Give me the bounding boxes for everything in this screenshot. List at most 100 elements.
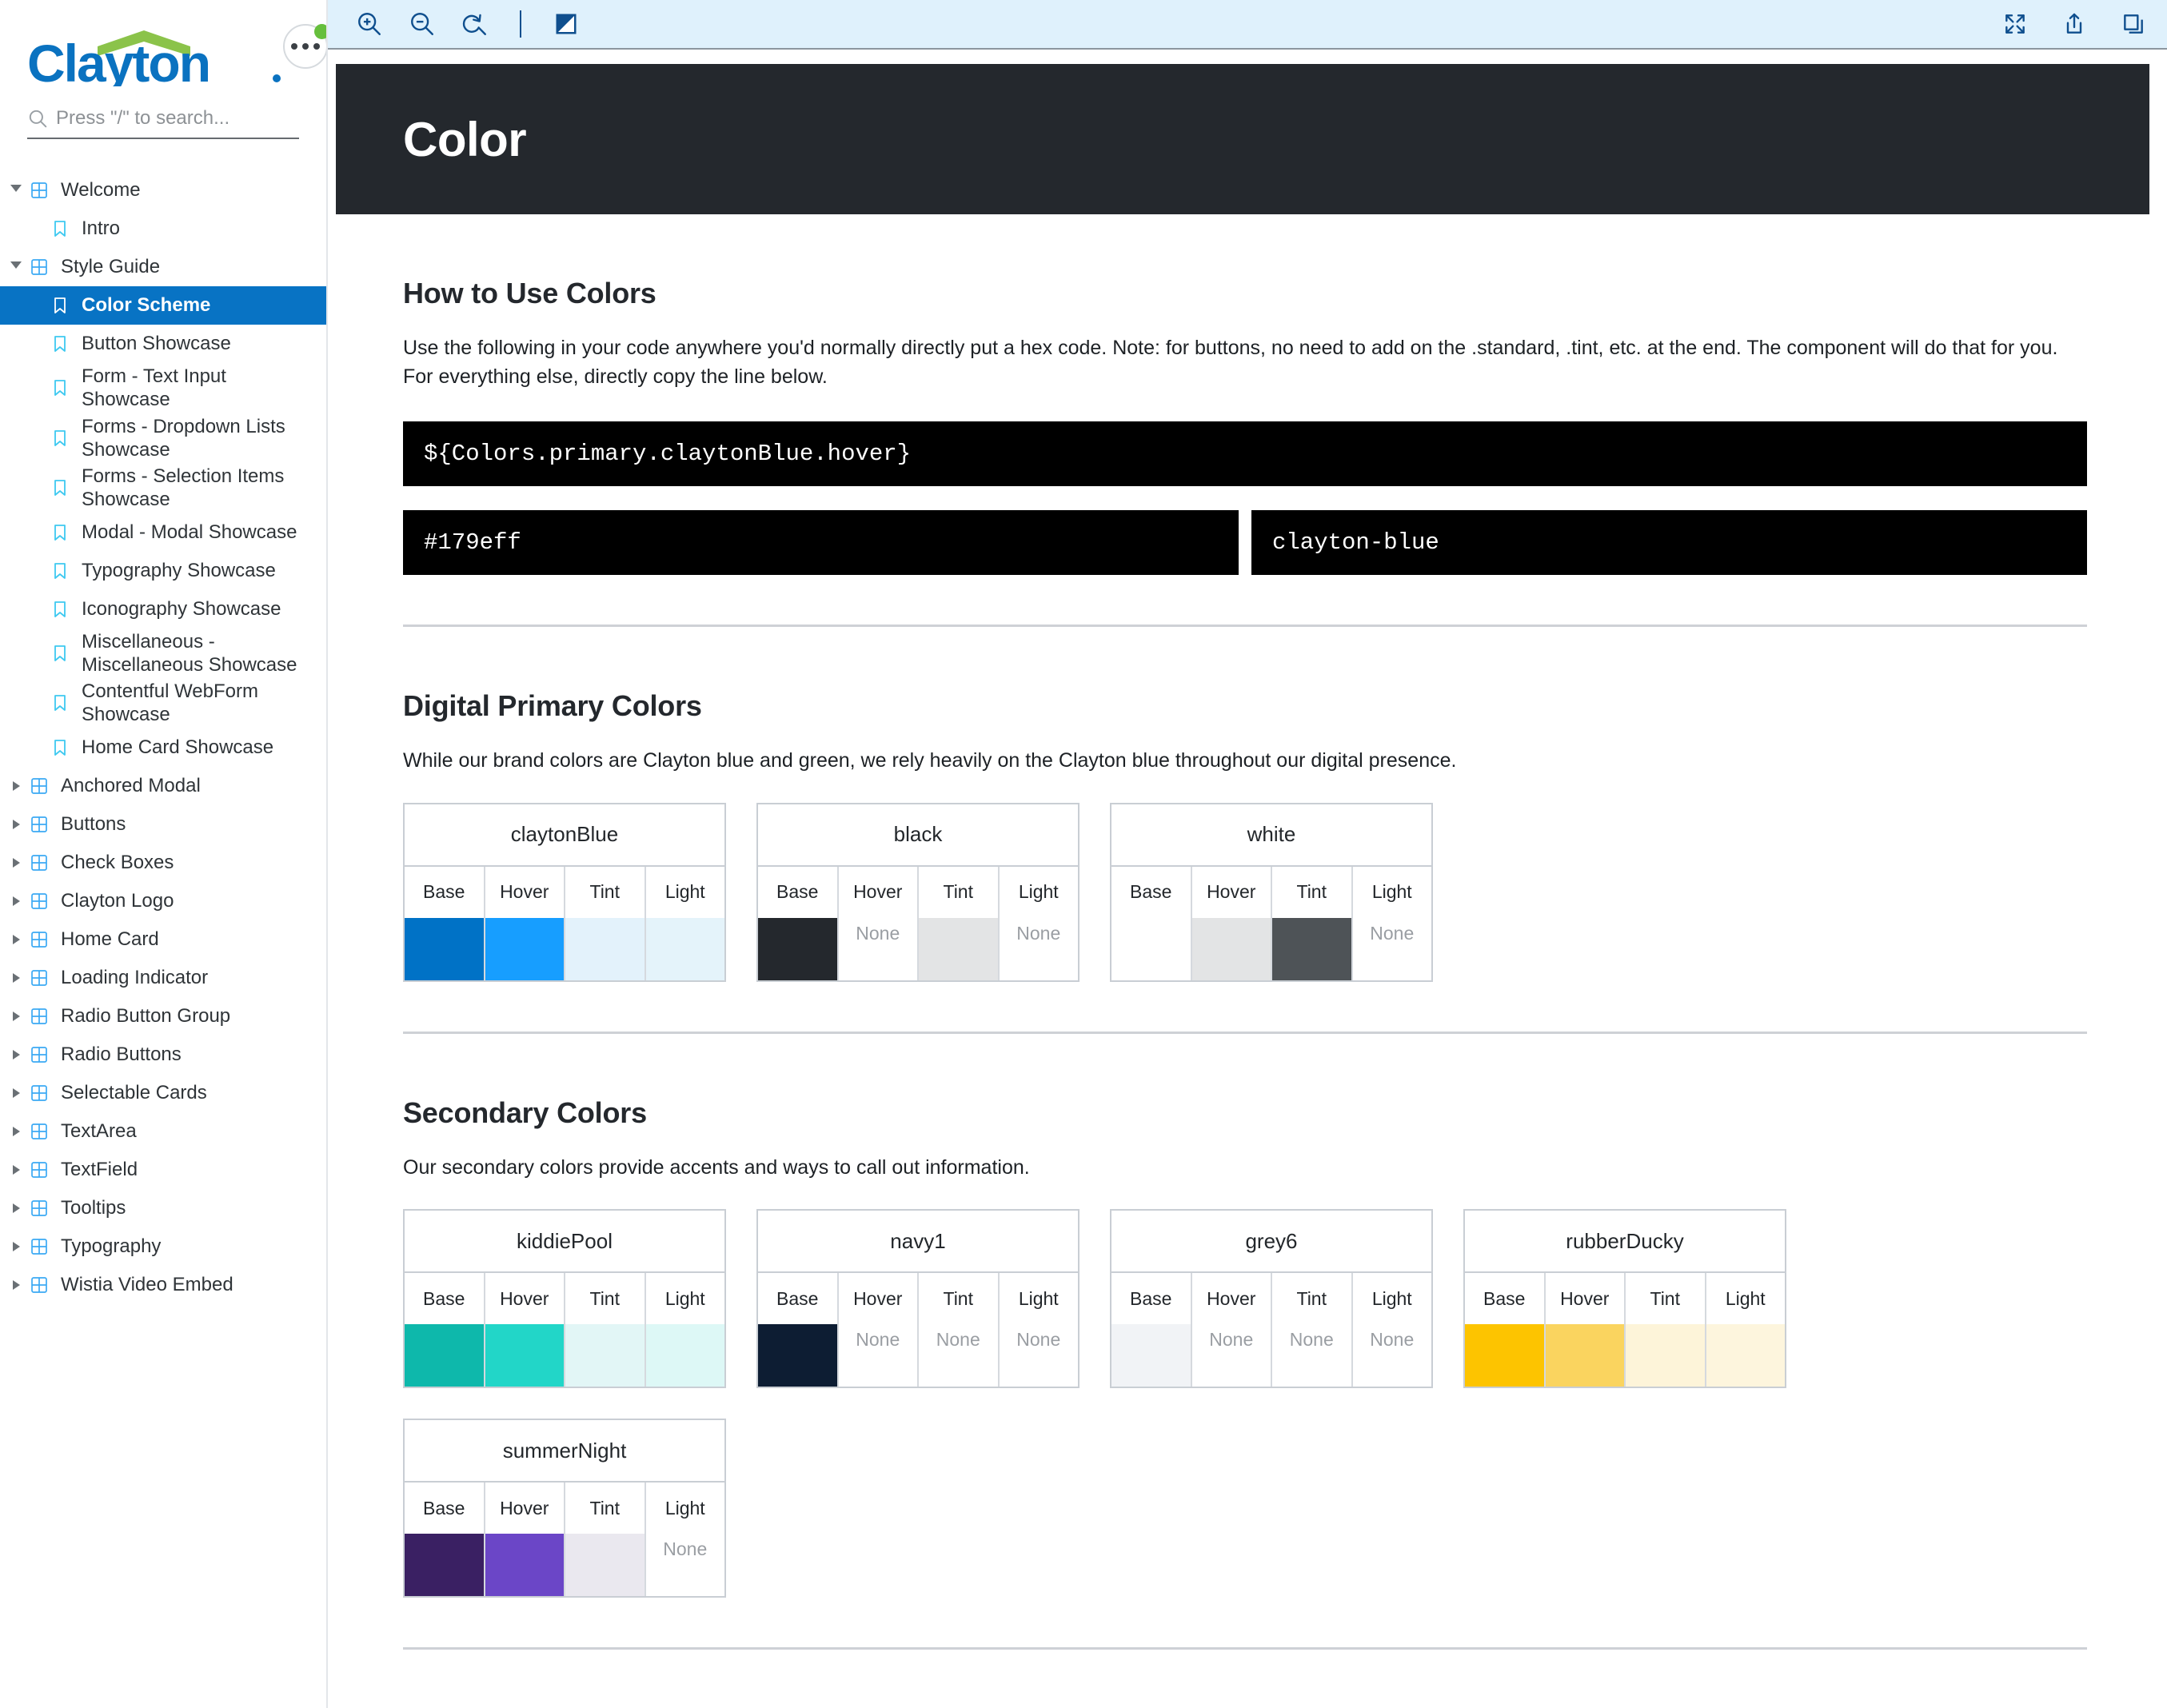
sidebar-item-typography-showcase[interactable]: Typography Showcase	[0, 552, 326, 590]
chevron-right-icon[interactable]	[6, 930, 26, 949]
search-input[interactable]	[56, 107, 299, 130]
clayton-logo[interactable]: Clayton	[27, 21, 283, 86]
component-icon	[31, 1084, 47, 1101]
swatch-column: Hover None	[839, 1273, 919, 1387]
code-snippet-token[interactable]: clayton-blue	[1251, 510, 2087, 575]
sidebar-item-home-card-showcase[interactable]: Home Card Showcase	[0, 728, 326, 767]
sidebar-item-wistia-video-embed[interactable]: Wistia Video Embed	[0, 1266, 326, 1304]
sidebar-item-textarea[interactable]: TextArea	[0, 1112, 326, 1151]
sidebar-item-label: Typography Showcase	[82, 559, 276, 581]
sidebar-item-tooltips[interactable]: Tooltips	[0, 1189, 326, 1227]
chevron-right-icon[interactable]	[6, 892, 26, 911]
swatch-column: Light	[1706, 1273, 1785, 1387]
sidebar-item-label: Loading Indicator	[61, 967, 209, 989]
component-icon-wrap	[26, 1275, 53, 1295]
chevron-right-icon[interactable]	[6, 1007, 26, 1026]
chevron-right-icon[interactable]	[6, 1083, 26, 1103]
chevron-right-icon[interactable]	[6, 1122, 26, 1141]
swatch-column-header: Tint	[1650, 1287, 1681, 1309]
swatch-chip	[919, 917, 998, 980]
swatch-card-name: claytonBlue	[405, 804, 724, 867]
swatch-column-header: Base	[776, 881, 819, 902]
zoom-reset-icon[interactable]	[459, 8, 491, 40]
swatch-column: Light None	[1353, 1273, 1432, 1387]
chevron-right-icon[interactable]	[6, 1160, 26, 1179]
sidebar-item-textfield[interactable]: TextField	[0, 1151, 326, 1189]
swatch-chip	[645, 1324, 724, 1387]
sidebar-item-iconography-showcase[interactable]: Iconography Showcase	[0, 590, 326, 629]
sidebar-item-contentful-webform-showcase[interactable]: Contentful WebForm Showcase	[0, 678, 326, 728]
share-icon[interactable]	[2058, 8, 2090, 40]
swatch-column-header: Light	[1371, 881, 1412, 902]
chevron-right-icon[interactable]	[6, 1045, 26, 1064]
sidebar-item-typography[interactable]: Typography	[0, 1227, 326, 1266]
sidebar-item-forms-dropdown-lists-showcase[interactable]: Forms - Dropdown Lists Showcase	[0, 413, 326, 464]
copy-icon[interactable]	[2117, 8, 2149, 40]
bookmark-icon	[54, 739, 66, 756]
component-icon-wrap	[26, 1122, 53, 1141]
zoom-in-icon[interactable]	[353, 8, 385, 40]
sidebar-item-label: Home Card Showcase	[82, 736, 274, 759]
toolbar-right-group	[1999, 8, 2149, 40]
sidebar-item-button-showcase[interactable]: Button Showcase	[0, 325, 326, 363]
sidebar-item-forms-selection-items-showcase[interactable]: Forms - Selection Items Showcase	[0, 463, 326, 513]
sidebar-item-anchored-modal[interactable]: Anchored Modal	[0, 767, 326, 805]
swatch-grid: Base Hover None Tint None Light None	[758, 1273, 1078, 1387]
section-body-digital-primary-colors: While our brand colors are Clayton blue …	[403, 749, 1457, 772]
sidebar-item-modal-modal-showcase[interactable]: Modal - Modal Showcase	[0, 513, 326, 552]
component-icon	[31, 1008, 47, 1024]
sidebar-item-label: Welcome	[61, 179, 141, 202]
code-snippet-usage[interactable]: ${Colors.primary.claytonBlue.hover}	[403, 421, 2087, 486]
chevron-right-icon[interactable]	[6, 968, 26, 988]
sidebar-item-form-text-input-showcase[interactable]: Form - Text Input Showcase	[0, 363, 326, 413]
docs-canvas[interactable]: Color How to Use Colors Use the followin…	[328, 50, 2167, 1706]
sidebar-item-radio-button-group[interactable]: Radio Button Group	[0, 997, 326, 1036]
sidebar-item-buttons[interactable]: Buttons	[0, 805, 326, 844]
zoom-out-icon[interactable]	[406, 8, 438, 40]
chevron-right-icon[interactable]	[6, 1275, 26, 1295]
sidebar-item-label: Wistia Video Embed	[61, 1274, 233, 1296]
sidebar-item-welcome[interactable]: Welcome	[0, 171, 326, 210]
swatch-column: Hover	[485, 1483, 565, 1596]
swatch-card: claytonBlue Base Hover Tint Light	[403, 802, 726, 982]
sidebar-item-label: Forms - Selection Items Showcase	[82, 465, 285, 511]
bookmark-icon-wrap	[46, 600, 74, 619]
fullscreen-icon[interactable]	[1999, 8, 2031, 40]
sidebar-item-label: TextField	[61, 1159, 138, 1181]
sidebar-item-clayton-logo[interactable]: Clayton Logo	[0, 882, 326, 920]
chevron-down-icon[interactable]	[6, 181, 26, 200]
sidebar-item-loading-indicator[interactable]: Loading Indicator	[0, 959, 326, 997]
swatch-chip	[405, 1534, 484, 1596]
sidebar-item-radio-buttons[interactable]: Radio Buttons	[0, 1036, 326, 1074]
sidebar-item-check-boxes[interactable]: Check Boxes	[0, 844, 326, 882]
chevron-down-icon[interactable]	[6, 257, 26, 277]
contrast-icon[interactable]	[550, 8, 582, 40]
swatch-chip	[1111, 1324, 1191, 1387]
sidebar-item-home-card[interactable]: Home Card	[0, 920, 326, 959]
sidebar-item-label: Intro	[82, 217, 121, 240]
swatch-chip	[1272, 917, 1351, 980]
component-icon	[31, 259, 47, 275]
sidebar-menu-button[interactable]	[283, 24, 326, 69]
swatch-chip	[565, 1534, 645, 1596]
chevron-right-icon[interactable]	[6, 815, 26, 834]
sidebar-item-selectable-cards[interactable]: Selectable Cards	[0, 1074, 326, 1112]
swatch-chip	[405, 1324, 484, 1387]
bookmark-icon-wrap	[46, 219, 74, 238]
sidebar-item-color-scheme[interactable]: Color Scheme	[0, 286, 326, 325]
chevron-right-icon[interactable]	[6, 776, 26, 796]
search-box[interactable]	[27, 107, 299, 139]
sidebar-item-intro[interactable]: Intro	[0, 210, 326, 248]
sidebar-item-style-guide[interactable]: Style Guide	[0, 248, 326, 286]
bookmark-icon	[54, 480, 66, 497]
chevron-right-icon[interactable]	[6, 1199, 26, 1218]
code-snippet-hex[interactable]: #179eff	[403, 510, 1239, 575]
chevron-right-icon[interactable]	[6, 853, 26, 872]
chevron-right-icon[interactable]	[6, 1237, 26, 1256]
main-panel: Color How to Use Colors Use the followin…	[328, 0, 2167, 1708]
swatch-column: Tint	[1626, 1273, 1706, 1387]
swatch-chip	[1465, 1324, 1544, 1387]
swatch-column: Tint	[565, 866, 646, 980]
sidebar-item-miscellaneous-miscellaneous-showcase[interactable]: Miscellaneous - Miscellaneous Showcase	[0, 629, 326, 679]
toolbar-left-group	[353, 8, 582, 40]
